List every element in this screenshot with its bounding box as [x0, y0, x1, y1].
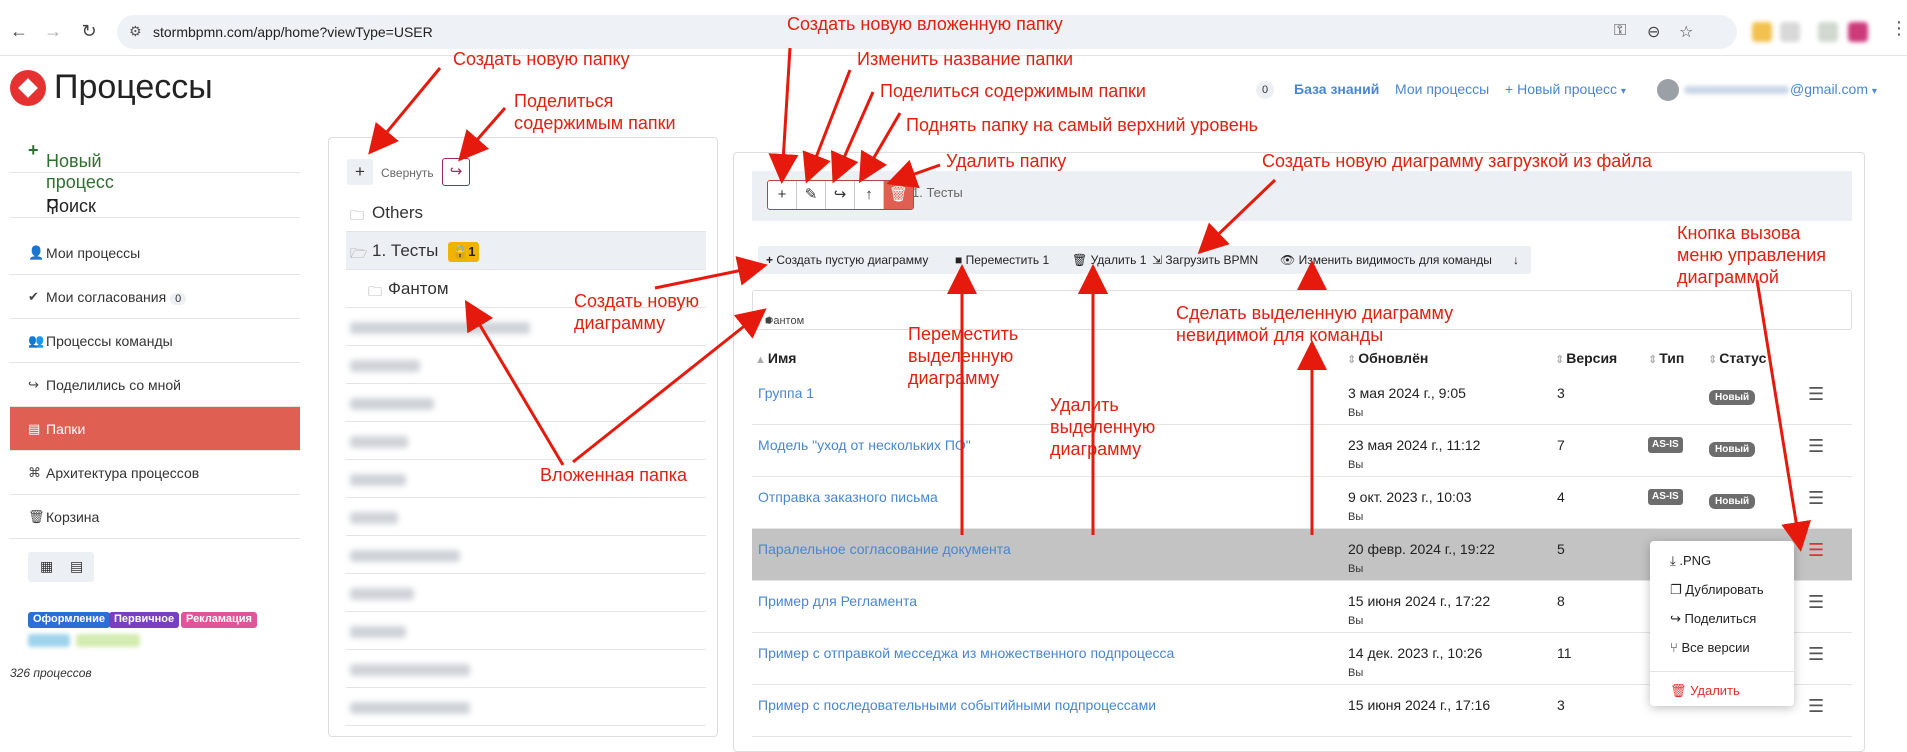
- annotation-invisible-2: невидимой для команды: [1176, 325, 1384, 345]
- annotation-delete-selected-1: Удалить: [1050, 395, 1119, 415]
- annotation-invisible-1: Сделать выделенную диаграмму: [1176, 303, 1454, 323]
- annotation-share-folder-2: содержимым папки: [514, 113, 676, 133]
- annotation-create-folder: Создать новую папку: [453, 49, 630, 69]
- annotation-upload-new: Создать новую диаграмму загрузкой из фай…: [1262, 151, 1652, 171]
- annotation-nested-folder: Вложенная папка: [540, 465, 687, 485]
- annotation-move-selected-2: выделенную: [908, 346, 1014, 366]
- annotation-delete-folder: Удалить папку: [946, 151, 1067, 171]
- annotation-share-folder-1: Поделиться: [514, 91, 614, 111]
- annotation-create-diagram-1: Создать новую: [574, 291, 700, 311]
- annotation-menu-button-3: диаграммой: [1677, 267, 1779, 287]
- annotation-move-top: Поднять папку на самый верхний уровень: [906, 115, 1259, 135]
- annotation-move-selected-3: диаграмму: [908, 368, 1000, 388]
- annotation-share-content: Поделиться содержимым папки: [880, 81, 1146, 101]
- annotation-menu-button-1: Кнопка вызова: [1677, 223, 1801, 243]
- annotation-rename-folder: Изменить название папки: [857, 49, 1074, 69]
- annotation-menu-button-2: меню управления: [1677, 245, 1827, 265]
- annotation-create-subfolder: Создать новую вложенную папку: [787, 14, 1063, 34]
- annotation-delete-selected-3: диаграмму: [1050, 439, 1142, 459]
- annotation-delete-selected-2: выделенную: [1050, 417, 1156, 437]
- annotation-create-diagram-2: диаграмму: [574, 313, 666, 333]
- annotation-move-selected-1: Переместить: [908, 324, 1019, 344]
